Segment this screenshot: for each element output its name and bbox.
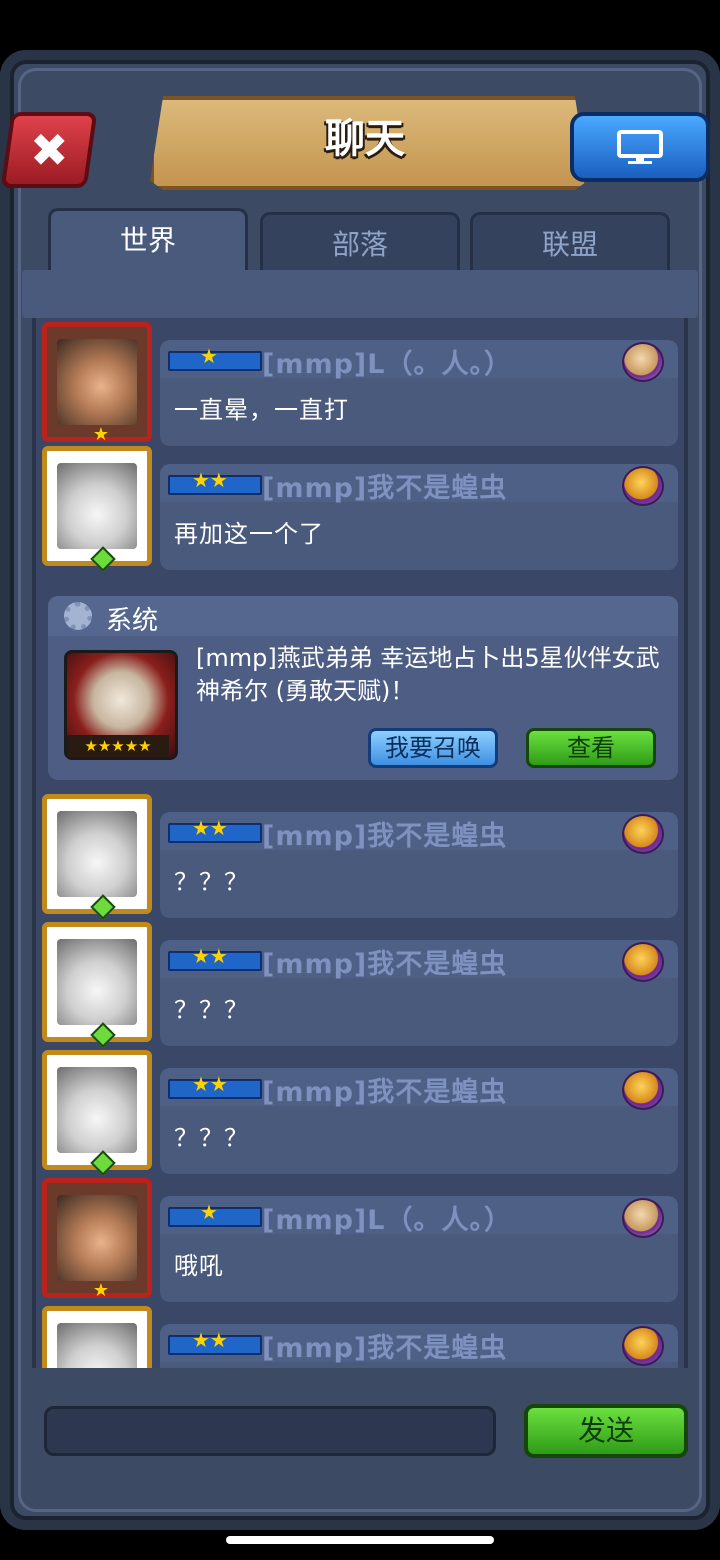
rank-badge: ★★	[168, 816, 262, 843]
message-text: 一直晕，一直打	[174, 396, 349, 424]
message-bubble: ★★ [mmp]我不是蝗虫 ？？？	[160, 1068, 678, 1174]
rank-badge: ★★	[168, 944, 262, 971]
vip-badge-icon	[622, 814, 664, 854]
gear-icon	[64, 602, 92, 630]
sender-name[interactable]: [mmp]我不是蝗虫	[262, 466, 507, 505]
chat-list[interactable]: ★ ★ [mmp]L（。人。） 一直晕，一直打 ★★ [mmp]我不是蝗虫 再加…	[32, 318, 688, 1368]
avatar[interactable]	[42, 794, 152, 920]
chat-message: ★★ [mmp]我不是蝗虫 ？？？	[36, 794, 684, 920]
chat-message: ★★ [mmp]我不是蝗虫 再加这一个了	[36, 446, 684, 572]
rank-badge: ★★	[168, 1328, 262, 1355]
chat-message: ★ ★ [mmp]L（。人。） 哦吼	[36, 1178, 684, 1302]
message-text: ？？？	[174, 868, 249, 896]
view-button[interactable]: 查看	[526, 728, 656, 768]
sender-name[interactable]: [mmp]我不是蝗虫	[262, 1326, 507, 1365]
avatar[interactable]: ★	[42, 1178, 152, 1301]
sender-name[interactable]: [mmp]我不是蝗虫	[262, 814, 507, 853]
message-bubble: ★★ [mmp]我不是蝗虫	[160, 1324, 678, 1368]
vip-badge-icon	[622, 342, 664, 382]
message-text: 再加这一个了	[174, 520, 324, 548]
home-indicator	[226, 1536, 494, 1544]
message-bubble: ★★ [mmp]我不是蝗虫 ？？？	[160, 812, 678, 918]
tab-alliance[interactable]: 联盟	[470, 212, 670, 272]
vip-badge-icon	[622, 1326, 664, 1366]
avatar[interactable]	[42, 1050, 152, 1176]
message-bubble: ★★ [mmp]我不是蝗虫 ？？？	[160, 940, 678, 1046]
monitor-icon	[617, 130, 663, 164]
message-bubble: ★ [mmp]L（。人。） 一直晕，一直打	[160, 340, 678, 446]
gem-icon	[90, 1150, 116, 1176]
screen-button[interactable]	[570, 112, 710, 182]
star-icon: ★	[92, 424, 110, 445]
vip-badge-icon	[622, 1070, 664, 1110]
gem-icon	[90, 894, 116, 920]
rank-badge: ★★	[168, 1072, 262, 1099]
sender-name[interactable]: [mmp]我不是蝗虫	[262, 942, 507, 981]
system-message: 系统 ★★★★★ [mmp]燕武弟弟 幸运地占卜出5星伙伴女武神希尔 (勇敢天赋…	[48, 596, 678, 780]
message-bubble: ★ [mmp]L（。人。） 哦吼	[160, 1196, 678, 1302]
avatar[interactable]: ★	[42, 322, 152, 445]
tab-underline	[22, 270, 698, 318]
message-bubble: ★★ [mmp]我不是蝗虫 再加这一个了	[160, 464, 678, 570]
chat-message: ★ ★ [mmp]L（。人。） 一直晕，一直打	[36, 322, 684, 446]
sender-name[interactable]: [mmp]L（。人。）	[262, 342, 512, 381]
chat-tabs: 世界 部落 联盟	[48, 208, 672, 272]
chat-message: ★★ [mmp]我不是蝗虫 ？？？	[36, 1050, 684, 1176]
avatar[interactable]	[42, 922, 152, 1048]
tab-tribe[interactable]: 部落	[260, 212, 460, 272]
system-text: [mmp]燕武弟弟 幸运地占卜出5星伙伴女武神希尔 (勇敢天赋)！	[196, 644, 660, 705]
sender-name[interactable]: [mmp]我不是蝗虫	[262, 1070, 507, 1109]
avatar[interactable]	[42, 446, 152, 572]
chat-message: ★★ [mmp]我不是蝗虫	[36, 1306, 684, 1368]
close-icon: ✖	[29, 123, 69, 177]
avatar[interactable]	[42, 1306, 152, 1368]
system-title: 系统	[106, 606, 159, 636]
message-text: ？？？	[174, 1124, 249, 1152]
vip-badge-icon	[622, 942, 664, 982]
gem-icon	[90, 1022, 116, 1048]
chat-message: ★★ [mmp]我不是蝗虫 ？？？	[36, 922, 684, 1048]
chat-input[interactable]	[44, 1406, 496, 1456]
gem-icon	[90, 546, 116, 572]
tab-world[interactable]: 世界	[48, 208, 248, 272]
star-icon: ★	[92, 1280, 110, 1301]
send-button[interactable]: 发送	[524, 1404, 688, 1458]
page-title: 聊天	[325, 116, 405, 162]
vip-badge-icon	[622, 1198, 664, 1238]
message-text: 哦吼	[174, 1252, 224, 1280]
close-button[interactable]: ✖	[0, 112, 98, 188]
hero-portrait[interactable]: ★★★★★	[64, 650, 178, 760]
rank-badge: ★★	[168, 468, 262, 495]
summon-button[interactable]: 我要召唤	[368, 728, 498, 768]
rank-badge: ★	[168, 1200, 262, 1227]
rank-badge: ★	[168, 344, 262, 371]
vip-badge-icon	[622, 466, 664, 506]
message-text: ？？？	[174, 996, 249, 1024]
hero-stars: ★★★★★	[67, 735, 169, 757]
sender-name[interactable]: [mmp]L（。人。）	[262, 1198, 512, 1237]
